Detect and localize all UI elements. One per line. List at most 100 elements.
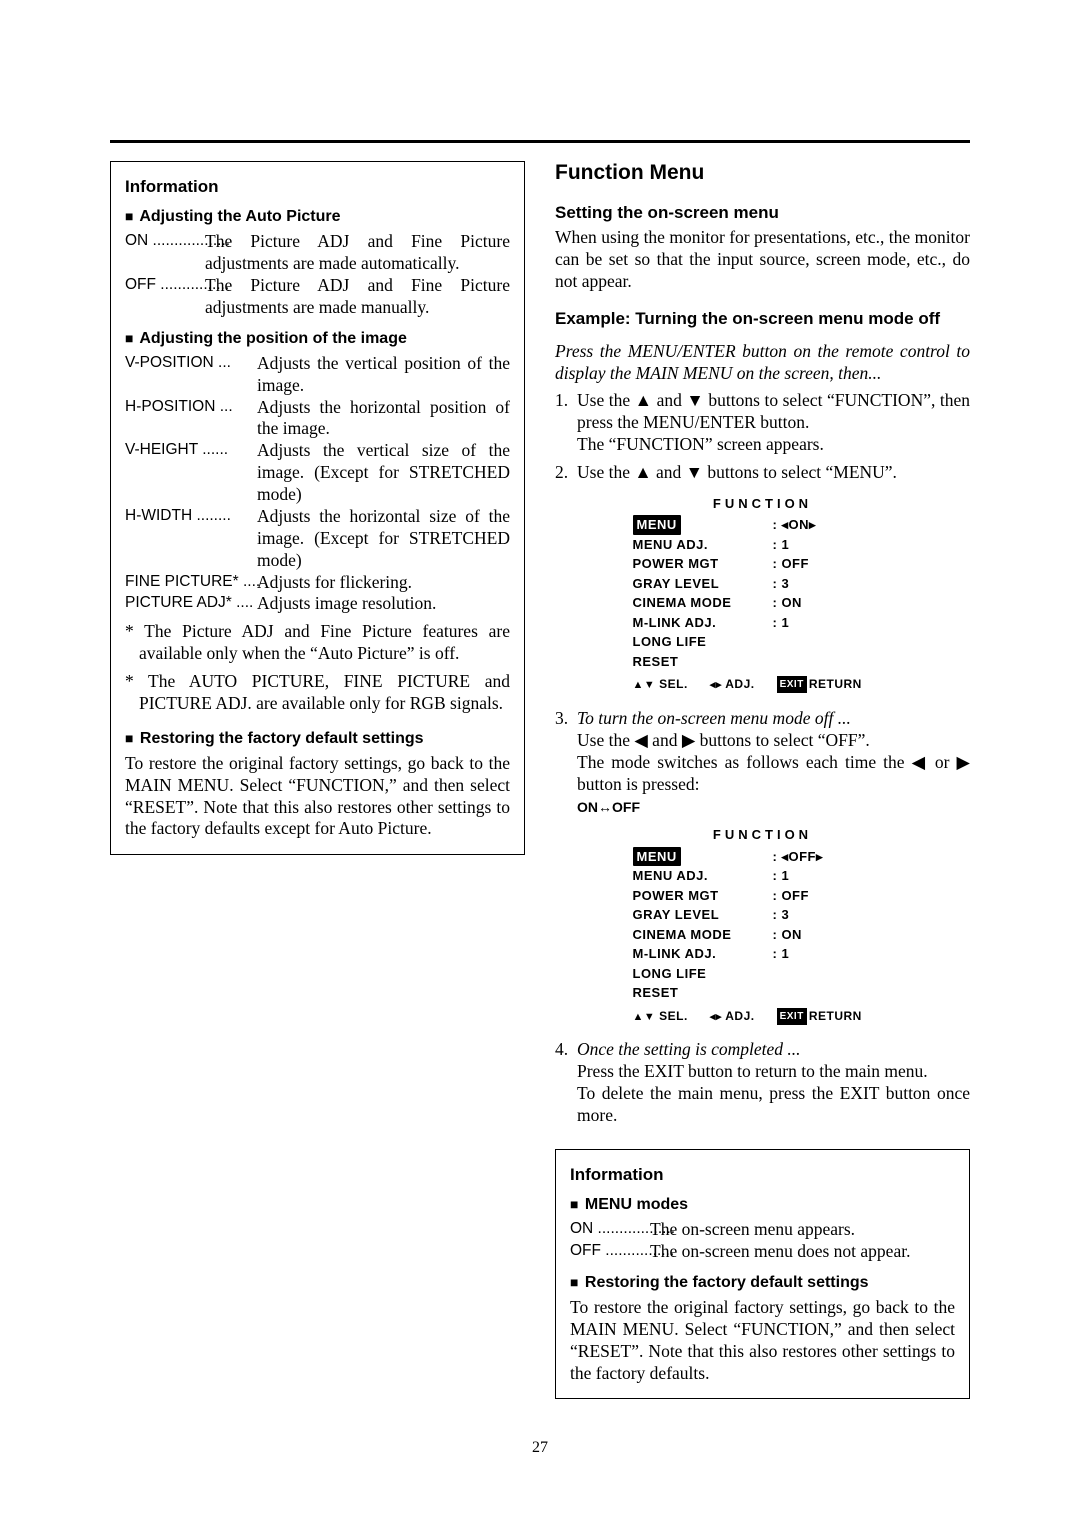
osd-value: : OFF	[773, 554, 893, 574]
page: Information ■ Adjusting the Auto Picture…	[0, 0, 1080, 1517]
definition-row: OFF ................The on-screen menu d…	[570, 1241, 955, 1263]
step-4-num: 4.	[555, 1039, 577, 1127]
osd-key: POWER MGT	[633, 886, 773, 906]
osd-row: GRAY LEVEL: 3	[633, 905, 893, 925]
osd-key: CINEMA MODE	[633, 925, 773, 945]
definition-term: OFF ................	[570, 1241, 650, 1263]
osd-value: : ON	[773, 925, 893, 945]
step-3b-text: Use the ◀ and ▶ buttons to select “OFF”.	[577, 730, 870, 750]
osd2-menu-label: MENU	[633, 847, 681, 867]
osd2-footer: ▲▼ SEL. ◂▸ ADJ. EXITRETURN	[633, 1007, 893, 1026]
left-sec1-rows: ON ..................The Picture ADJ and…	[125, 231, 510, 319]
osd-key: CINEMA MODE	[633, 593, 773, 613]
step-4a-text: Once the setting is completed ...	[577, 1039, 801, 1059]
step-1: 1. Use the ▲ and ▼ buttons to select “FU…	[555, 390, 970, 456]
osd-key: MENU ADJ.	[633, 866, 773, 886]
osd-value: : 1	[773, 944, 893, 964]
right-box-sec2-para: To restore the original factory settings…	[570, 1297, 955, 1385]
osd-row: MENU ADJ.: 1	[633, 535, 893, 555]
osd-key: POWER MGT	[633, 554, 773, 574]
left-sec3-title-text: Restoring the factory default settings	[140, 730, 424, 747]
left-info-box: Information ■ Adjusting the Auto Picture…	[110, 161, 525, 855]
definition-term: ON ..................	[570, 1219, 650, 1241]
top-rule	[110, 140, 970, 143]
left-sec1-title: ■ Adjusting the Auto Picture	[125, 207, 510, 227]
osd-key: GRAY LEVEL	[633, 905, 773, 925]
definition-row: PICTURE ADJ* ....Adjusts image resolutio…	[125, 593, 510, 615]
osd-value	[773, 652, 893, 672]
step-4b-text: Press the EXIT button to return to the m…	[577, 1061, 928, 1081]
definition-row: OFF ................The Picture ADJ and …	[125, 275, 510, 319]
osd-key: M-LINK ADJ.	[633, 613, 773, 633]
osd1-sel: ▲▼ SEL.	[633, 675, 688, 694]
left-sec3-para: To restore the original factory settings…	[125, 753, 510, 841]
osd-key: LONG LIFE	[633, 964, 773, 984]
osd-row: MENU ADJ.: 1	[633, 866, 893, 886]
definition-desc: The Picture ADJ and Fine Picture adjustm…	[205, 275, 510, 319]
osd-row: LONG LIFE	[633, 964, 893, 984]
left-sec3-title: ■ Restoring the factory default settings	[125, 729, 510, 749]
definition-row: H-WIDTH ........Adjusts the horizontal s…	[125, 506, 510, 572]
definition-term: H-WIDTH ........	[125, 506, 257, 572]
definition-term: PICTURE ADJ* ....	[125, 593, 257, 615]
two-column-layout: Information ■ Adjusting the Auto Picture…	[110, 161, 970, 1399]
step-1b-text: The “FUNCTION” screen appears.	[577, 434, 824, 454]
toggle-line: ON↔OFF	[577, 799, 970, 815]
osd2-menu-row: MENU : ◂OFF▸	[633, 847, 893, 867]
step-1-num: 1.	[555, 390, 577, 456]
osd-value	[773, 632, 893, 652]
definition-desc: The on-screen menu appears.	[650, 1219, 955, 1241]
osd-value: : 1	[773, 535, 893, 555]
osd-key: GRAY LEVEL	[633, 574, 773, 594]
left-sec2-note2: * The AUTO PICTURE, FINE PICTURE and PIC…	[125, 671, 510, 715]
definition-term: OFF ................	[125, 275, 205, 319]
press-line: Press the MENU/ENTER button on the remot…	[555, 341, 970, 385]
osd-value: : 3	[773, 574, 893, 594]
right-box-sec1-rows: ON ..................The on-screen menu …	[570, 1219, 955, 1263]
definition-row: ON ..................The on-screen menu …	[570, 1219, 955, 1241]
definition-term: H-POSITION ...	[125, 397, 257, 441]
step-2-body: Use the ▲ and ▼ buttons to select “MENU”…	[577, 462, 970, 484]
osd-row: CINEMA MODE: ON	[633, 593, 893, 613]
step-4-body: Once the setting is completed ... Press …	[577, 1039, 970, 1127]
osd2-menu-val: : ◂OFF▸	[773, 847, 893, 867]
right-box-sec2-title-text: Restoring the factory default settings	[585, 1274, 869, 1291]
osd2-sel: ▲▼ SEL.	[633, 1007, 688, 1026]
osd-row: LONG LIFE	[633, 632, 893, 652]
left-sec2-rows: V-POSITION ...Adjusts the vertical posit…	[125, 353, 510, 616]
step-1-body: Use the ▲ and ▼ buttons to select “FUNCT…	[577, 390, 970, 456]
setting-para: When using the monitor for presentations…	[555, 227, 970, 293]
osd-value	[773, 964, 893, 984]
definition-desc: Adjusts the horizontal size of the image…	[257, 506, 510, 572]
left-column: Information ■ Adjusting the Auto Picture…	[110, 161, 525, 1399]
osd1-menu-label: MENU	[633, 515, 681, 535]
step-4c-text: To delete the main menu, press the EXIT …	[577, 1083, 970, 1125]
right-column: Function Menu Setting the on-screen menu…	[555, 161, 970, 1399]
osd-value	[773, 983, 893, 1003]
page-number: 27	[110, 1439, 970, 1457]
osd-value: : ON	[773, 593, 893, 613]
definition-desc: Adjusts image resolution.	[257, 593, 510, 615]
right-box-sec1-title-text: MENU modes	[585, 1196, 688, 1213]
definition-term: ON ..................	[125, 231, 205, 275]
setting-title: Setting the on-screen menu	[555, 203, 970, 223]
step-2: 2. Use the ▲ and ▼ buttons to select “ME…	[555, 462, 970, 484]
osd2-return: EXITRETURN	[777, 1007, 862, 1026]
left-sec1-title-text: Adjusting the Auto Picture	[139, 208, 340, 225]
osd1-rows: MENU ADJ.: 1POWER MGT: OFFGRAY LEVEL: 3C…	[633, 535, 893, 672]
definition-row: FINE PICTURE* ....Adjusts for flickering…	[125, 572, 510, 594]
osd1-menu-val: : ◂ON▸	[773, 515, 893, 535]
step-3c-text: The mode switches as follows each time t…	[577, 752, 970, 794]
step-3-body: To turn the on-screen menu mode off ... …	[577, 708, 970, 796]
osd-row: POWER MGT: OFF	[633, 554, 893, 574]
definition-row: V-POSITION ...Adjusts the vertical posit…	[125, 353, 510, 397]
osd-row: M-LINK ADJ.: 1	[633, 944, 893, 964]
definition-term: FINE PICTURE* ....	[125, 572, 257, 594]
osd1-title: FUNCTION	[633, 494, 893, 514]
osd-key: M-LINK ADJ.	[633, 944, 773, 964]
right-box-sec1-title: ■ MENU modes	[570, 1195, 955, 1215]
osd-key: MENU ADJ.	[633, 535, 773, 555]
osd1-return: EXITRETURN	[777, 675, 862, 694]
definition-desc: The on-screen menu does not appear.	[650, 1241, 955, 1263]
osd-key: RESET	[633, 983, 773, 1003]
